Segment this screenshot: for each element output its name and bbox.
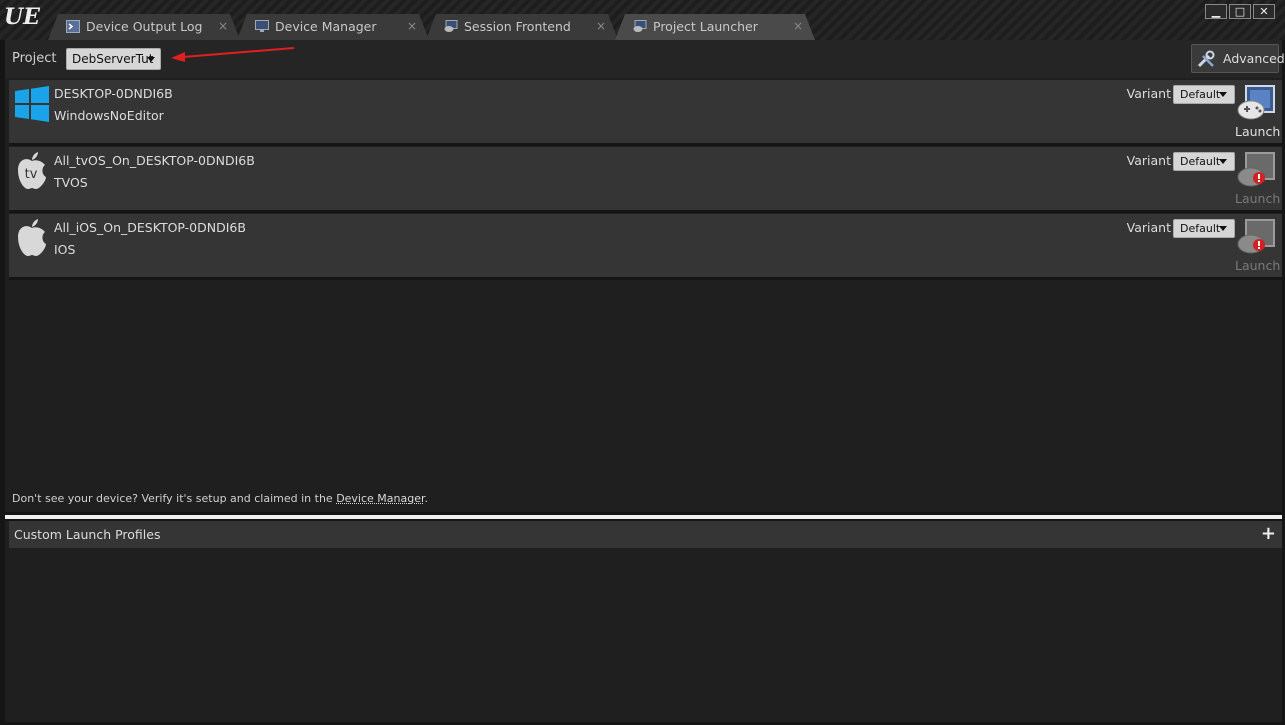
close-icon[interactable]: × bbox=[596, 19, 606, 33]
variant-value: Default bbox=[1180, 88, 1221, 101]
windows-icon bbox=[15, 86, 49, 122]
project-dropdown[interactable]: DebServerTut bbox=[66, 48, 161, 70]
tab-label: Device Manager bbox=[275, 19, 377, 34]
tab-device-output-log[interactable]: Device Output Log × bbox=[48, 14, 240, 40]
chevron-down-icon bbox=[147, 57, 155, 62]
variant-dropdown[interactable]: Default bbox=[1173, 152, 1235, 171]
terminal-icon bbox=[66, 20, 80, 33]
custom-launch-profiles-panel: Custom Launch Profiles + bbox=[5, 521, 1282, 722]
launcher-panel: Project DebServerTut Advanced DESKTOP-0D… bbox=[5, 40, 1285, 512]
advanced-button[interactable]: Advanced bbox=[1191, 44, 1285, 73]
panel-splitter[interactable] bbox=[5, 515, 1282, 519]
device-name: DESKTOP-0DNDI6B bbox=[54, 86, 173, 101]
custom-profiles-header: Custom Launch Profiles + bbox=[9, 521, 1282, 548]
unreal-logo: UE bbox=[4, 4, 40, 30]
device-row-windows[interactable]: DESKTOP-0DNDI6B WindowsNoEditor Variant … bbox=[9, 80, 1282, 146]
monitor-icon bbox=[255, 20, 269, 33]
title-bar: UE Device Output Log × Device Manager × … bbox=[0, 0, 1285, 40]
device-platform: WindowsNoEditor bbox=[54, 108, 164, 123]
launch-gamepad-icon bbox=[1237, 85, 1275, 120]
chevron-down-icon bbox=[1219, 226, 1227, 231]
device-platform: TVOS bbox=[54, 175, 88, 190]
variant-label: Variant bbox=[1126, 220, 1171, 235]
close-icon[interactable]: × bbox=[407, 19, 417, 33]
hint-text: Don't see your device? Verify it's setup… bbox=[12, 492, 337, 505]
device-platform: IOS bbox=[54, 242, 76, 257]
tab-label: Device Output Log bbox=[86, 19, 203, 34]
device-manager-link[interactable]: Device Manager bbox=[336, 492, 424, 505]
launch-gamepad-error-icon bbox=[1237, 219, 1275, 254]
custom-profiles-title: Custom Launch Profiles bbox=[14, 527, 161, 542]
device-row-tvos[interactable]: tv All_tvOS_On_DESKTOP-0DNDI6B TVOS Vari… bbox=[9, 147, 1282, 213]
close-icon[interactable]: × bbox=[218, 19, 228, 33]
variant-dropdown[interactable]: Default bbox=[1173, 219, 1235, 238]
tab-label: Session Frontend bbox=[464, 19, 571, 34]
device-name: All_tvOS_On_DESKTOP-0DNDI6B bbox=[54, 153, 255, 168]
device-hint: Don't see your device? Verify it's setup… bbox=[12, 492, 428, 505]
launch-gamepad-error-icon bbox=[1237, 152, 1275, 187]
apple-tv-icon: tv bbox=[18, 152, 46, 189]
close-window-button[interactable]: ✕ bbox=[1253, 4, 1275, 19]
device-row-ios[interactable]: All_iOS_On_DESKTOP-0DNDI6B IOS Variant D… bbox=[9, 214, 1282, 280]
project-dropdown-value: DebServerTut bbox=[72, 52, 154, 66]
apple-icon bbox=[18, 219, 46, 256]
variant-value: Default bbox=[1180, 222, 1221, 235]
project-label: Project bbox=[12, 51, 57, 66]
tab-device-manager[interactable]: Device Manager × bbox=[237, 14, 429, 40]
launch-button[interactable]: Launch bbox=[1235, 218, 1281, 276]
variant-label: Variant bbox=[1126, 86, 1171, 101]
annotation-arrow-icon bbox=[171, 47, 295, 62]
hint-suffix: . bbox=[424, 492, 429, 505]
add-profile-button[interactable]: + bbox=[1261, 523, 1276, 544]
advanced-label: Advanced bbox=[1223, 51, 1285, 66]
maximize-button[interactable]: □ bbox=[1229, 4, 1251, 19]
chevron-down-icon bbox=[1219, 159, 1227, 164]
wrench-screwdriver-icon bbox=[1197, 50, 1215, 68]
svg-text:tv: tv bbox=[25, 167, 38, 182]
variant-value: Default bbox=[1180, 155, 1221, 168]
minimize-button[interactable]: ▁ bbox=[1205, 4, 1227, 19]
window-controls: ▁ □ ✕ bbox=[1205, 4, 1275, 19]
tab-session-frontend[interactable]: Session Frontend × bbox=[426, 14, 618, 40]
gamepad-monitor-icon bbox=[444, 20, 458, 33]
close-icon[interactable]: × bbox=[793, 19, 803, 33]
variant-dropdown[interactable]: Default bbox=[1173, 85, 1235, 104]
gamepad-monitor-icon bbox=[633, 20, 647, 33]
launch-label: Launch bbox=[1235, 191, 1281, 206]
tab-project-launcher[interactable]: Project Launcher × bbox=[615, 14, 815, 40]
chevron-down-icon bbox=[1219, 92, 1227, 97]
launch-button[interactable]: Launch bbox=[1235, 151, 1281, 209]
tab-label: Project Launcher bbox=[653, 19, 758, 34]
project-toolbar: Project DebServerTut Advanced bbox=[5, 40, 1285, 78]
device-name: All_iOS_On_DESKTOP-0DNDI6B bbox=[54, 220, 246, 235]
launch-label: Launch bbox=[1235, 258, 1281, 273]
variant-label: Variant bbox=[1126, 153, 1171, 168]
launch-button[interactable]: Launch bbox=[1235, 84, 1281, 142]
launch-label: Launch bbox=[1235, 124, 1281, 139]
